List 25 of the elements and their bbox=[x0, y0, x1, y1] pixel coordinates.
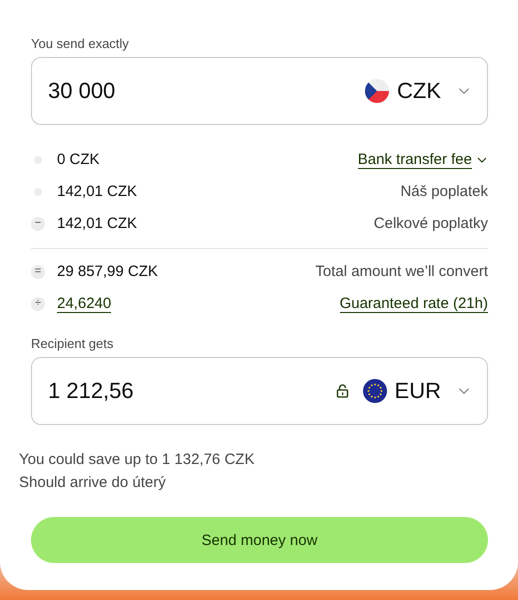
send-money-button[interactable]: Send money now bbox=[31, 517, 488, 563]
info-text: You could save up to 1 132,76 CZK bbox=[19, 451, 256, 468]
fee-dropdown[interactable]: Bank transfer fee bbox=[358, 150, 488, 168]
fee-amount: 142,01 CZK bbox=[57, 215, 138, 232]
fee-label: Náš poplatek bbox=[400, 183, 488, 200]
flag-icon bbox=[365, 79, 389, 103]
operator-symbol: ÷ bbox=[31, 296, 45, 310]
field-label: You send exactly bbox=[31, 36, 130, 51]
currency-selector[interactable]: CZK bbox=[365, 78, 471, 104]
fee-amount: 142,01 CZK bbox=[57, 183, 138, 200]
rate-info-link[interactable]: Guaranteed rate (21h) bbox=[340, 294, 488, 312]
field-label: Recipient gets bbox=[31, 336, 114, 351]
fee-amount: 29 857,99 CZK bbox=[57, 263, 158, 280]
currency-selector[interactable]: EUR bbox=[362, 378, 471, 404]
fee-label: Celkové poplatky bbox=[374, 215, 488, 232]
operator-symbol: = bbox=[31, 264, 45, 278]
info-text: Should arrive do úterý bbox=[19, 474, 167, 491]
fee-label: Total amount we’ll convert bbox=[315, 263, 488, 280]
unlocked-lock-icon[interactable] bbox=[336, 384, 349, 398]
operator-symbol: − bbox=[31, 216, 45, 230]
rate-link[interactable]: 24,6240 bbox=[57, 294, 112, 312]
amount-field[interactable]: 30 000 CZK bbox=[31, 57, 488, 125]
fee-amount: 0 CZK bbox=[57, 151, 100, 168]
flag-icon bbox=[362, 379, 387, 403]
amount-field[interactable]: 1 212,56 EUR bbox=[31, 357, 488, 425]
